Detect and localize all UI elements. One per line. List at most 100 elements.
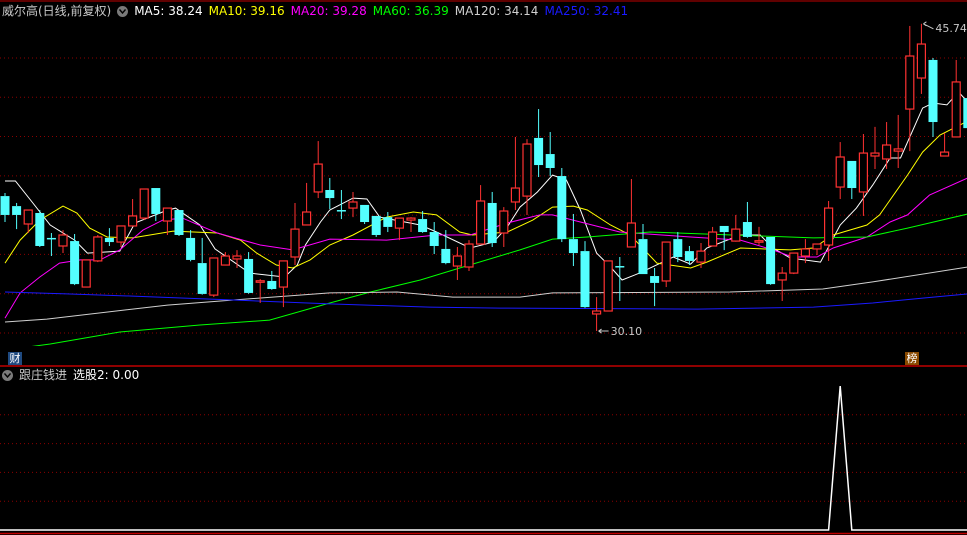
candle-up xyxy=(313,141,323,199)
candle-body xyxy=(383,217,393,227)
high-arrow xyxy=(923,21,934,30)
candle-down xyxy=(487,191,497,247)
candlesticks xyxy=(0,23,967,332)
candle-down xyxy=(568,213,578,267)
candle-up xyxy=(128,199,138,227)
candle-body xyxy=(487,202,497,244)
indicator-value: 选股2: 0.00 xyxy=(73,368,140,382)
ranking-badge[interactable]: 榜 xyxy=(905,352,919,365)
candle-body xyxy=(580,251,590,308)
candle-body xyxy=(951,81,961,138)
candle-body xyxy=(290,228,300,258)
candle-body xyxy=(510,187,520,203)
candle-up xyxy=(290,202,300,266)
candle-up xyxy=(870,126,880,169)
candle-down xyxy=(325,178,335,210)
candle-down xyxy=(70,234,80,286)
candle-up xyxy=(452,246,462,280)
candle-up xyxy=(603,260,613,312)
candle-body xyxy=(128,215,138,227)
candle-body xyxy=(650,276,660,283)
candle-down xyxy=(638,223,648,275)
candle-up xyxy=(162,207,172,235)
candle-up xyxy=(232,250,242,268)
candle-down xyxy=(429,222,439,255)
stock-title[interactable]: 威尔高(日线,前复权) xyxy=(2,4,111,18)
candle-up xyxy=(858,134,869,216)
candle-body xyxy=(661,241,671,282)
candle-body xyxy=(545,154,555,168)
candle-up xyxy=(81,259,91,288)
stock-chart[interactable]: 45.74 30.10 xyxy=(0,0,967,535)
candle-body xyxy=(742,222,752,237)
moving-average-lines xyxy=(4,91,967,346)
candle-body xyxy=(835,156,845,188)
candle-body xyxy=(232,255,242,260)
candle-body xyxy=(534,137,544,166)
candle-down xyxy=(12,202,22,230)
candle-body xyxy=(360,204,370,223)
candle-body xyxy=(104,237,114,243)
candle-up xyxy=(93,234,103,263)
candle-body xyxy=(429,232,439,246)
candle-body xyxy=(603,260,613,312)
candle-body xyxy=(916,43,927,79)
candle-body xyxy=(0,196,10,215)
candle-down xyxy=(534,109,544,178)
candle-down xyxy=(650,267,660,307)
candle-body xyxy=(93,236,103,262)
candle-body xyxy=(638,239,648,275)
candle-up xyxy=(464,240,474,271)
candle-up xyxy=(499,207,509,247)
ma120-value: MA120: 34.14 xyxy=(454,4,539,18)
candle-body xyxy=(336,210,346,212)
candle-up xyxy=(394,217,404,241)
candle-body xyxy=(707,231,718,247)
candle-body xyxy=(696,250,706,263)
candle-body xyxy=(557,176,567,240)
candle-body xyxy=(626,222,637,248)
candle-up xyxy=(626,178,637,248)
ma5-value: MA5: 38.24 xyxy=(134,4,203,18)
candle-body xyxy=(255,280,265,283)
price-markers xyxy=(598,21,934,334)
candle-body xyxy=(847,160,857,189)
candle-body xyxy=(800,248,811,257)
candle-up xyxy=(812,243,822,256)
indicator-name[interactable]: 跟庄钱进 xyxy=(19,368,67,382)
candle-down xyxy=(186,230,196,262)
chevron-down-icon[interactable] xyxy=(2,369,13,381)
ma20-value: MA20: 39.28 xyxy=(290,4,367,18)
candle-body xyxy=(162,207,172,222)
candle-body xyxy=(789,252,799,274)
candle-body xyxy=(754,240,764,243)
candle-down xyxy=(174,210,184,236)
candle-up xyxy=(510,136,520,211)
candle-body xyxy=(905,55,915,110)
candle-body xyxy=(684,251,694,261)
candle-body xyxy=(591,310,602,315)
candle-body xyxy=(928,59,938,123)
candle-down xyxy=(615,256,625,301)
candle-body xyxy=(452,255,462,267)
candle-down xyxy=(580,241,590,309)
candle-up xyxy=(777,267,787,301)
candle-body xyxy=(812,243,822,250)
candle-body xyxy=(70,241,80,285)
candle-up xyxy=(476,185,486,245)
finance-badge[interactable]: 财 xyxy=(8,352,22,365)
candle-body xyxy=(244,258,254,293)
candle-body xyxy=(139,188,149,219)
chevron-down-icon[interactable] xyxy=(117,5,129,17)
indicator-grid xyxy=(0,414,967,502)
candle-down xyxy=(557,167,567,243)
low-arrow xyxy=(598,328,609,334)
candle-up xyxy=(951,59,961,138)
candle-up xyxy=(893,114,903,168)
candle-body xyxy=(418,219,428,233)
candle-up xyxy=(255,278,265,303)
candle-body xyxy=(441,248,451,264)
candle-up xyxy=(591,297,602,332)
ma60-line xyxy=(31,213,967,346)
candle-down xyxy=(0,192,10,223)
